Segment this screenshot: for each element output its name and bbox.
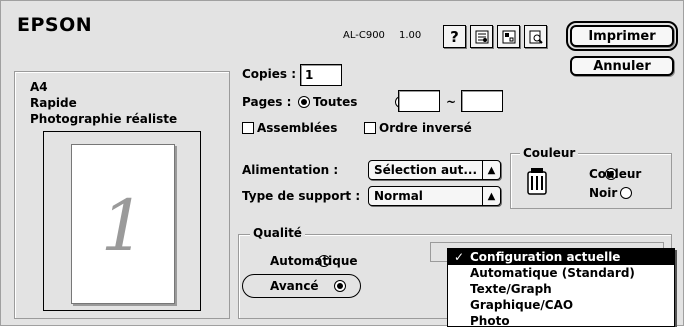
page-preview: 1 — [71, 144, 175, 304]
cancel-button[interactable]: Annuler — [570, 56, 674, 76]
paper-source-value: Sélection aut... — [374, 163, 478, 177]
quality-advanced-label: Avancé — [270, 279, 319, 293]
paper-source-label: Alimentation : — [242, 163, 339, 177]
color-group-title: Couleur — [520, 146, 579, 160]
print-button[interactable]: Imprimer — [566, 21, 678, 51]
media-type-value: Normal — [374, 189, 423, 203]
color-cartridge-icon — [525, 166, 549, 196]
quality-settings-menu: ✓ Configuration actuelle Automatique (Sta… — [447, 248, 675, 327]
pages-from-field[interactable] — [398, 90, 440, 112]
quality-automatic-label: Automatique — [270, 254, 358, 268]
color-option-black: Noir — [589, 186, 618, 200]
menu-item-photo[interactable]: Photo — [448, 313, 674, 326]
driver-version: 1.00 — [399, 30, 422, 41]
pages-all-label: Toutes — [313, 95, 358, 109]
help-icon[interactable]: ? — [443, 25, 466, 48]
color-option-color: Couleur — [589, 167, 642, 181]
chevron-updown-icon: ▲︎ — [482, 161, 500, 179]
chevron-updown-icon: ▲︎ — [482, 187, 500, 205]
watermark-icon[interactable] — [470, 25, 493, 48]
checkmark-icon: ✓ — [454, 250, 465, 264]
media-type-select[interactable]: Normal ▲︎ — [368, 186, 501, 206]
menu-item-text-graph[interactable]: Texte/Graph — [448, 281, 674, 297]
summary-mode: Photographie réaliste — [30, 112, 178, 126]
collate-label: Assemblées — [257, 121, 338, 135]
summary-paper: A4 — [30, 80, 48, 94]
menu-item-automatic-standard[interactable]: Automatique (Standard) — [448, 265, 674, 281]
print-dialog: EPSON AL-C900 1.00 ? Imprimer Annuler A4… — [0, 0, 684, 327]
page-number: 1 — [100, 185, 146, 267]
reverse-order-checkbox[interactable] — [364, 122, 376, 134]
printer-model: AL-C900 — [343, 30, 385, 41]
media-type-label: Type de support : — [242, 189, 361, 203]
pages-label: Pages : — [242, 95, 292, 109]
collate-checkbox[interactable] — [242, 122, 254, 134]
reverse-order-label: Ordre inversé — [379, 121, 472, 135]
quality-group-title: Qualité — [250, 226, 305, 240]
layout-icon[interactable] — [497, 25, 520, 48]
pages-all-radio[interactable] — [298, 96, 310, 108]
copies-field[interactable]: 1 — [300, 64, 342, 86]
menu-item-graphics-cad[interactable]: Graphique/CAO — [448, 297, 674, 313]
menu-item-current-settings[interactable]: ✓ Configuration actuelle — [448, 249, 674, 265]
preview-icon[interactable] — [524, 25, 547, 48]
brand-logo: EPSON — [17, 14, 93, 36]
pages-range-separator: ~ — [446, 95, 457, 109]
summary-speed: Rapide — [30, 96, 77, 110]
pages-to-field[interactable] — [461, 90, 503, 112]
copies-label: Copies : — [242, 67, 297, 81]
paper-source-select[interactable]: Sélection aut... ▲︎ — [368, 160, 501, 180]
